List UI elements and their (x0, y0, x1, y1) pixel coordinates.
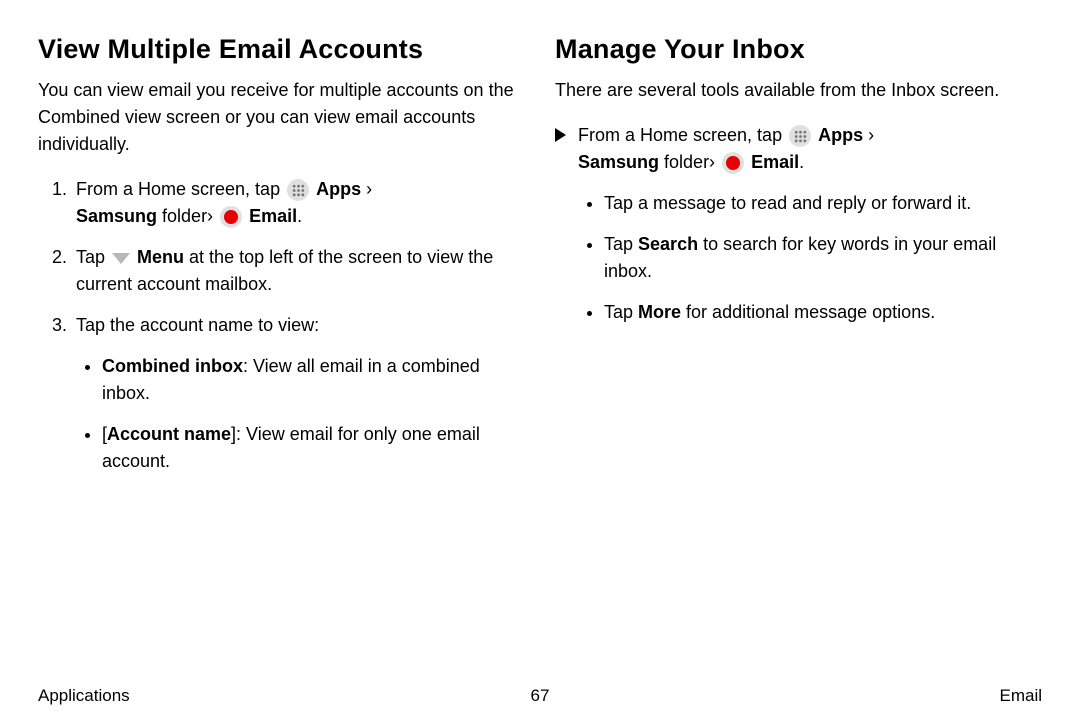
intro-left: You can view email you receive for multi… (38, 77, 525, 158)
step-1: From a Home screen, tap Apps › Samsung f… (72, 176, 525, 230)
period: . (297, 206, 302, 226)
combined-inbox-bold: Combined inbox (102, 356, 243, 376)
manual-page: View Multiple Email Accounts You can vie… (0, 0, 1080, 720)
separator-r: › (863, 125, 874, 145)
b2-pre: Tap (604, 234, 638, 254)
tool-read-reply: Tap a message to read and reply or forwa… (604, 190, 1042, 217)
step-3: Tap the account name to view: Combined i… (72, 312, 525, 475)
two-column-layout: View Multiple Email Accounts You can vie… (38, 34, 1042, 678)
apps-icon (287, 179, 309, 201)
account-name-bold: Account name (107, 424, 231, 444)
lead-pre: From a Home screen, tap (578, 125, 787, 145)
apps-label: Apps (316, 179, 361, 199)
page-footer: Applications 67 Email (38, 678, 1042, 700)
heading-left: View Multiple Email Accounts (38, 34, 525, 65)
step2-pre: Tap (76, 247, 110, 267)
right-column: Manage Your Inbox There are several tool… (555, 34, 1042, 678)
left-column: View Multiple Email Accounts You can vie… (38, 34, 525, 678)
dropdown-icon (112, 253, 130, 264)
email-icon (220, 206, 242, 228)
tool-search: Tap Search to search for key words in yo… (604, 231, 1042, 285)
samsung-folder-label: Samsung (76, 206, 157, 226)
step3-text: Tap the account name to view: (76, 315, 319, 335)
b3-post: for additional message options. (681, 302, 935, 322)
triangle-bullet-icon (555, 128, 566, 142)
intro-right: There are several tools available from t… (555, 77, 1042, 104)
apps-icon (789, 125, 811, 147)
lead-step: From a Home screen, tap Apps › Samsung f… (555, 122, 1042, 340)
b3-pre: Tap (604, 302, 638, 322)
separator: › (361, 179, 372, 199)
footer-topic: Email (999, 686, 1042, 706)
lead-content: From a Home screen, tap Apps › Samsung f… (578, 122, 1042, 340)
footer-section: Applications (38, 686, 130, 706)
email-icon (722, 152, 744, 174)
step3-sublist: Combined inbox: View all email in a comb… (76, 353, 525, 475)
inbox-tools-list: Tap a message to read and reply or forwa… (578, 190, 1042, 326)
folder-word-r: folder› (659, 152, 720, 172)
heading-right: Manage Your Inbox (555, 34, 1042, 65)
more-bold: More (638, 302, 681, 322)
sub-combined-inbox: Combined inbox: View all email in a comb… (102, 353, 525, 407)
apps-label-r: Apps (818, 125, 863, 145)
menu-label: Menu (137, 247, 184, 267)
step1-pre-text: From a Home screen, tap (76, 179, 285, 199)
search-bold: Search (638, 234, 698, 254)
samsung-folder-label-r: Samsung (578, 152, 659, 172)
tool-more: Tap More for additional message options. (604, 299, 1042, 326)
email-label: Email (249, 206, 297, 226)
folder-word: folder› (157, 206, 218, 226)
step-2: Tap Menu at the top left of the screen t… (72, 244, 525, 298)
email-label-r: Email (751, 152, 799, 172)
page-number: 67 (531, 686, 550, 706)
sub-account-name: [Account name]: View email for only one … (102, 421, 525, 475)
period-r: . (799, 152, 804, 172)
ordered-steps: From a Home screen, tap Apps › Samsung f… (38, 176, 525, 475)
